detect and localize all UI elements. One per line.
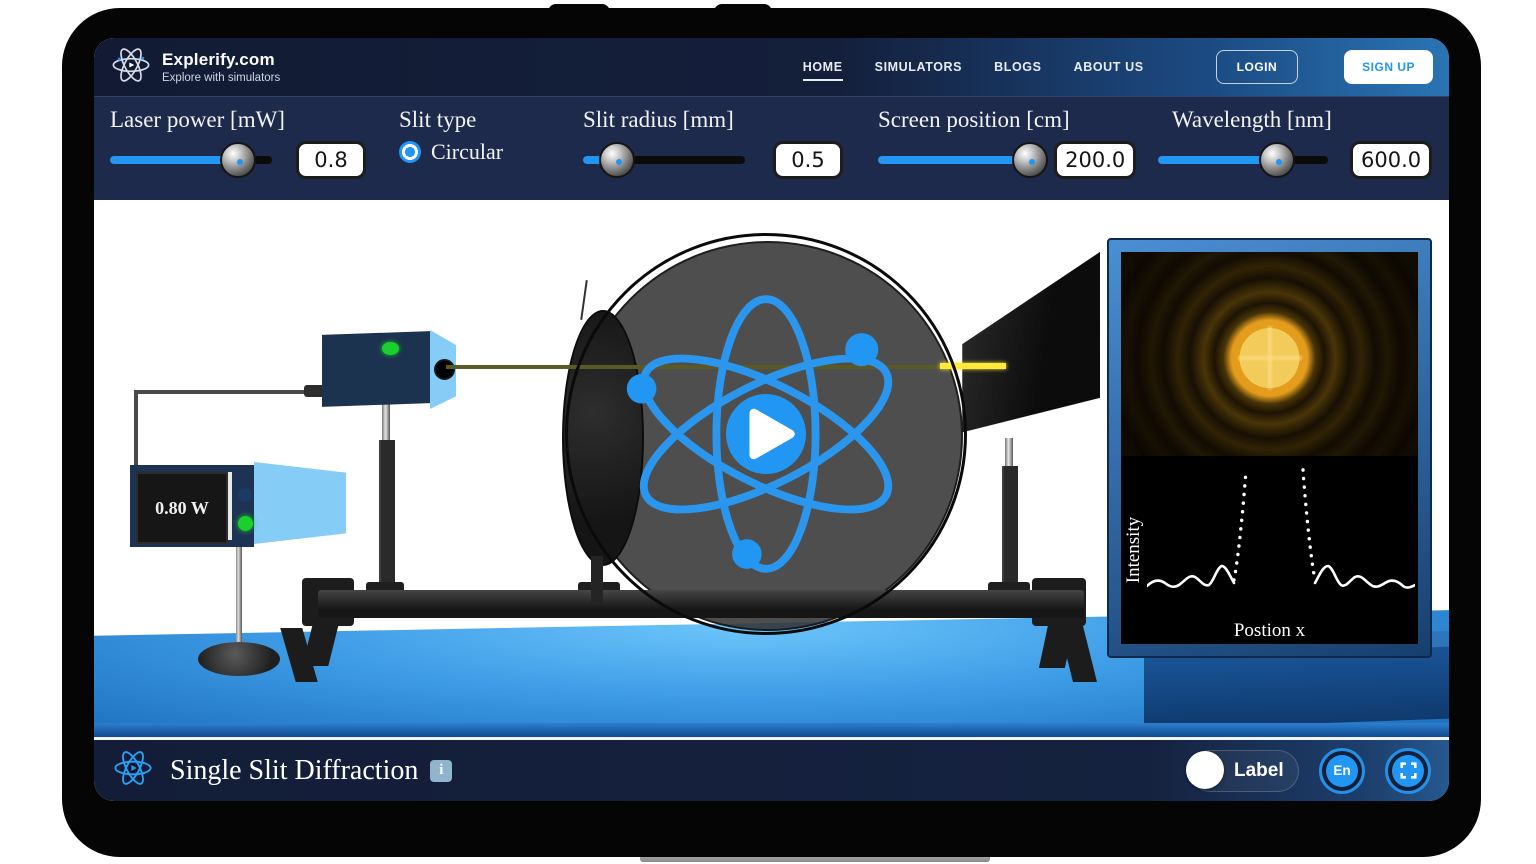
- screen-position-slider[interactable]: [878, 142, 1038, 178]
- screen-position-control: Screen position [cm] 200.0: [878, 97, 1136, 179]
- optical-table-edge: [94, 723, 1449, 737]
- simulation-title: Single Slit Diffraction: [170, 755, 418, 787]
- airy-diffraction-pattern: [1121, 252, 1418, 456]
- slider-knob[interactable]: [599, 142, 635, 178]
- power-meter-cable: [134, 390, 316, 394]
- power-meter-cable: [134, 390, 138, 470]
- bottom-bar: Single Slit Diffraction i Label En: [94, 737, 1449, 801]
- toggle-knob[interactable]: [1186, 751, 1224, 789]
- slit-pointer: [580, 280, 588, 320]
- language-button[interactable]: En: [1319, 748, 1365, 794]
- tablet-top-button: [714, 4, 772, 20]
- nav-item-blogs[interactable]: BLOGS: [994, 60, 1041, 74]
- screen-position-value[interactable]: 200.0: [1054, 141, 1136, 179]
- slit-radius-slider[interactable]: [583, 142, 745, 178]
- projection-screen: [958, 250, 1100, 442]
- panel-pedestal: [1144, 647, 1449, 730]
- laser-aperture: [434, 359, 455, 380]
- laser-pole: [379, 440, 395, 598]
- wavelength-value[interactable]: 600.0: [1350, 141, 1432, 179]
- toggle-label: Label: [1234, 760, 1284, 782]
- intensity-graph: Intensity Postion x: [1121, 456, 1418, 644]
- info-icon[interactable]: i: [430, 760, 452, 782]
- top-navbar: Explerify.com Explore with simulators HO…: [94, 38, 1449, 96]
- nav-item-simulators[interactable]: SIMULATORS: [875, 60, 962, 74]
- result-panel: Intensity Postion x: [1107, 238, 1432, 658]
- page: Explerify.com Explore with simulators HO…: [0, 0, 1536, 864]
- brand-tagline: Explore with simulators: [162, 72, 280, 84]
- atom-play-icon: [592, 260, 940, 608]
- slit-type-label: Slit type: [399, 97, 569, 133]
- slit-type-control: Slit type Circular: [399, 97, 569, 165]
- slider-fill: [110, 156, 238, 164]
- label-toggle[interactable]: Label: [1189, 750, 1299, 792]
- slit-radius-value[interactable]: 0.5: [773, 141, 843, 179]
- slit-type-option-label[interactable]: Circular: [431, 139, 503, 165]
- atom-icon: [112, 747, 154, 794]
- slit-type-radio-circular[interactable]: [399, 141, 421, 163]
- power-meter-side: [254, 462, 346, 544]
- wavelength-slider[interactable]: [1158, 142, 1328, 178]
- play-overlay-button[interactable]: [565, 233, 967, 635]
- laser-power-label: Laser power [mW]: [110, 97, 375, 133]
- slider-knob[interactable]: [220, 142, 256, 178]
- language-label: En: [1326, 755, 1358, 787]
- signup-button[interactable]: SIGN UP: [1344, 50, 1433, 84]
- tablet-top-button: [548, 4, 610, 20]
- wavelength-label: Wavelength [nm]: [1172, 97, 1438, 133]
- graph-x-label: Postion x: [1121, 620, 1418, 642]
- nav-menu: HOME SIMULATORS BLOGS ABOUT US LOGIN SIG…: [803, 50, 1433, 84]
- fullscreen-icon: [1392, 755, 1424, 787]
- screen-position-label: Screen position [cm]: [878, 97, 1136, 133]
- laser-power-slider[interactable]: [110, 142, 272, 178]
- slider-knob[interactable]: [1259, 142, 1295, 178]
- power-meter-display: 0.80 W: [136, 472, 228, 544]
- controls-bar: Laser power [mW] 0.8 Slit type: [94, 96, 1449, 201]
- app-screen: Explerify.com Explore with simulators HO…: [94, 38, 1449, 801]
- power-meter-bezel: [228, 472, 232, 540]
- brand-name: Explerify.com: [162, 50, 280, 70]
- fullscreen-button[interactable]: [1385, 748, 1431, 794]
- nav-item-home[interactable]: HOME: [803, 60, 843, 74]
- power-meter-pole: [236, 547, 242, 647]
- tablet-frame: Explerify.com Explore with simulators HO…: [62, 8, 1481, 857]
- login-button[interactable]: LOGIN: [1216, 50, 1299, 84]
- slider-knob[interactable]: [1012, 142, 1048, 178]
- laser-power-value[interactable]: 0.8: [296, 141, 366, 179]
- power-meter-led-blue: [238, 488, 252, 502]
- screen-pole: [1002, 466, 1018, 600]
- slit-radius-label: Slit radius [mm]: [583, 97, 843, 133]
- nav-item-about-us[interactable]: ABOUT US: [1074, 60, 1144, 74]
- slit-radius-control: Slit radius [mm] 0.5: [583, 97, 843, 179]
- graph-y-label: Intensity: [1123, 517, 1145, 584]
- laser-led-green: [382, 342, 399, 355]
- laser-power-control: Laser power [mW] 0.8: [110, 97, 375, 179]
- intensity-curve: [1147, 462, 1415, 612]
- power-meter-base: [198, 642, 280, 676]
- power-meter-led-green: [238, 516, 253, 531]
- simulation-canvas[interactable]: 0.80 W: [94, 200, 1449, 737]
- brand[interactable]: Explerify.com Explore with simulators: [110, 44, 280, 91]
- laser-body: [322, 331, 430, 407]
- wavelength-control: Wavelength [nm] 600.0: [1158, 97, 1438, 179]
- slider-fill: [878, 156, 1030, 164]
- atom-icon: [110, 44, 152, 91]
